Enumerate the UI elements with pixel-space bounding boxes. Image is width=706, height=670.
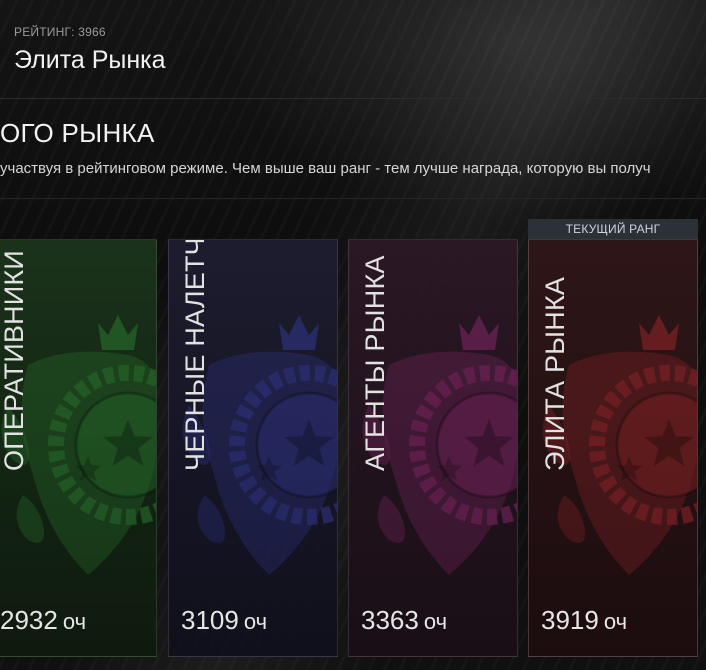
rank-points: 2932 оч xyxy=(0,605,86,636)
rank-name-label: ЧЕРНЫЕ НАЛЕТЧИКИ xyxy=(180,239,210,471)
rank-points: 3109 оч xyxy=(181,605,267,636)
rank-points-value: 3109 xyxy=(181,605,239,635)
rank-card-market-elite[interactable]: ЭЛИТА РЫНКА 3919 оч xyxy=(528,239,698,657)
rank-card-black-raiders[interactable]: ЧЕРНЫЕ НАЛЕТЧИКИ 3109 оч xyxy=(168,239,338,657)
header: РЕЙТИНГ: 3966 Элита Рынка xyxy=(0,0,706,99)
rank-points-unit: оч xyxy=(423,609,448,634)
rank-points-unit: оч xyxy=(603,609,628,634)
rank-points-value: 2932 xyxy=(0,605,58,635)
section-description: участвуя в рейтинговом режиме. Чем выше … xyxy=(0,160,651,177)
rank-card-operatives[interactable]: ОПЕРАТИВНИКИ 2932 оч xyxy=(0,239,157,657)
rank-points-value: 3363 xyxy=(361,605,419,635)
rating-label: РЕЙТИНГ: 3966 xyxy=(14,25,106,39)
current-rank-badge: ТЕКУЩИЙ РАНГ xyxy=(528,219,698,240)
rank-points-unit: оч xyxy=(62,609,87,634)
rank-card-market-agents[interactable]: АГЕНТЫ РЫНКА 3363 оч xyxy=(348,239,518,657)
rank-screen: РЕЙТИНГ: 3966 Элита Рынка ОГО РЫНКА учас… xyxy=(0,0,706,670)
divider xyxy=(0,198,706,199)
current-rank-name: Элита Рынка xyxy=(14,46,166,74)
section-title: ОГО РЫНКА xyxy=(0,118,155,148)
rank-points-value: 3919 xyxy=(541,605,599,635)
rank-name-label: ЭЛИТА РЫНКА xyxy=(540,276,570,471)
rank-name-label: АГЕНТЫ РЫНКА xyxy=(360,255,390,471)
rank-points: 3919 оч xyxy=(541,605,627,636)
rank-name-label: ОПЕРАТИВНИКИ xyxy=(0,250,29,471)
rank-points-unit: оч xyxy=(243,609,268,634)
rank-points: 3363 оч xyxy=(361,605,447,636)
